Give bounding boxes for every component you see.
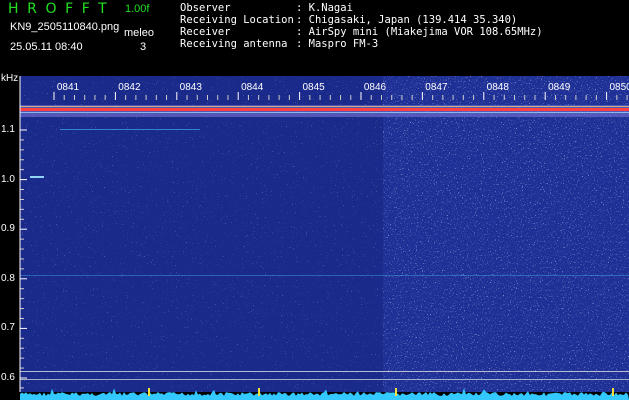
time-tick-label: 0846 bbox=[364, 82, 387, 93]
frequency-tick-label: 0.7 bbox=[1, 322, 15, 334]
spectrogram-waterfall: 0841 0842 0843 0844 0845 0846 0847 0848 0849 0850 bbox=[19, 76, 629, 400]
time-tick-label: 0842 bbox=[118, 82, 141, 93]
noise-spike bbox=[258, 388, 260, 396]
time-tick-label: 0841 bbox=[57, 82, 80, 93]
noise-spike bbox=[148, 388, 150, 396]
observer-value: : K.Nagai bbox=[296, 2, 353, 14]
meleo-count: 3 bbox=[140, 41, 147, 53]
carrier-line bbox=[20, 108, 629, 111]
meleo-label: meleo bbox=[124, 27, 154, 39]
spur-line-1 bbox=[60, 129, 200, 130]
receiver-value: : AirSpy mini (Miakejima VOR 108.65MHz) bbox=[296, 26, 543, 38]
noise-spike bbox=[395, 388, 397, 396]
time-tick-label: 0850 bbox=[609, 82, 629, 93]
app-version: 1.00f bbox=[125, 3, 150, 15]
file-name: KN9_2505110840.png bbox=[10, 21, 120, 33]
capture-datetime: 25.05.11 08:40 bbox=[10, 41, 83, 53]
frequency-tick-label: 0.8 bbox=[1, 272, 15, 284]
location-label: Receiving Location bbox=[180, 14, 294, 26]
waterfall-noise-bright-speckle bbox=[383, 76, 629, 392]
spur-line-4 bbox=[20, 379, 629, 380]
time-tick-label: 0845 bbox=[302, 82, 325, 93]
meteor-echo-short bbox=[30, 176, 44, 178]
carrier-line-lower bbox=[20, 112, 629, 113]
time-tick-label: 0848 bbox=[487, 82, 510, 93]
time-tick-label: 0849 bbox=[548, 82, 571, 93]
carrier-line-upper bbox=[20, 106, 629, 107]
receiver-label: Receiver bbox=[180, 26, 231, 38]
spur-line-3 bbox=[20, 371, 629, 372]
time-tick-label: 0847 bbox=[425, 82, 448, 93]
time-tick-label: 0844 bbox=[241, 82, 264, 93]
frequency-tick-label: 0.9 bbox=[1, 223, 15, 235]
frequency-unit: kHz bbox=[1, 73, 19, 84]
time-tick-label: 0843 bbox=[180, 82, 203, 93]
antenna-label: Receiving antenna bbox=[180, 38, 288, 50]
frequency-tick-label: 1.0 bbox=[1, 173, 15, 185]
app-title: HROFFT bbox=[8, 1, 116, 17]
frequency-tick-label: 0.6 bbox=[1, 372, 15, 383]
antenna-value: : Maspro FM-3 bbox=[296, 38, 379, 50]
frequency-tick-label: 1.1 bbox=[1, 124, 15, 135]
spur-line-2 bbox=[20, 275, 629, 276]
observer-label: Observer bbox=[180, 2, 231, 14]
location-value: : Chigasaki, Japan (139.414 35.340) bbox=[296, 14, 518, 26]
noise-spike bbox=[612, 388, 614, 396]
